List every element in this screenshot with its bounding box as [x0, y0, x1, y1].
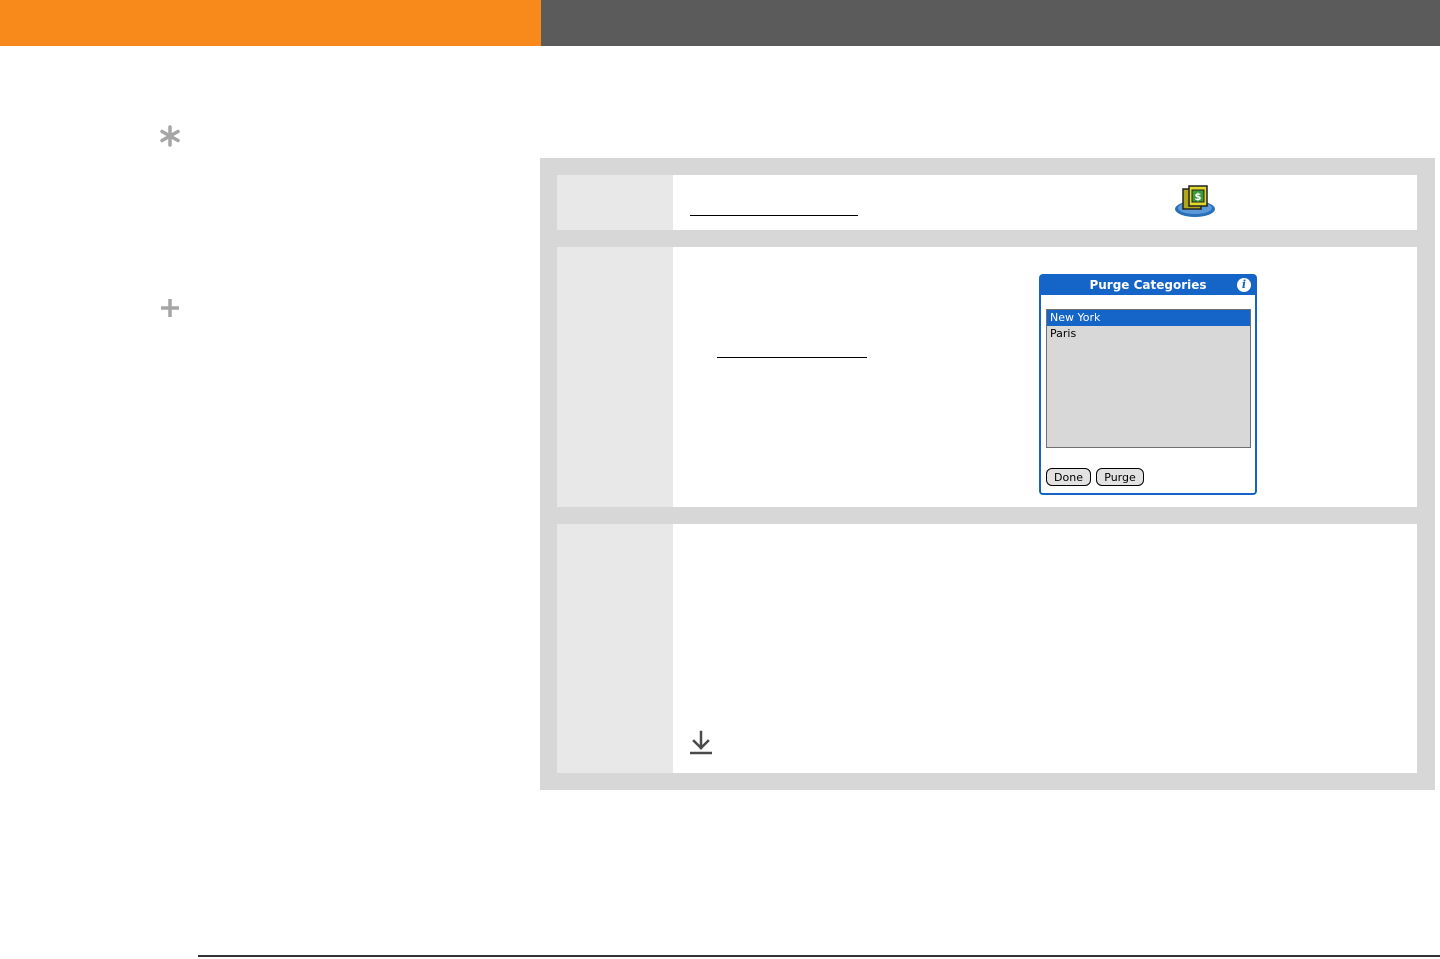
step-body	[673, 524, 1417, 773]
step-number-cell	[557, 524, 673, 773]
step-number-cell	[557, 175, 673, 230]
step-row-3	[557, 524, 1417, 773]
step-number-cell	[557, 247, 673, 507]
steps-panel: $ Purge Categories i New York Paris Done…	[540, 158, 1435, 790]
step-body: $	[673, 175, 1417, 230]
expense-app-icon[interactable]: $	[1173, 183, 1217, 219]
step-row-2: Purge Categories i New York Paris Done P…	[557, 247, 1417, 507]
dialog-title: Purge Categories	[1041, 276, 1255, 295]
step-link[interactable]	[690, 215, 858, 216]
info-icon[interactable]: i	[1237, 278, 1251, 292]
step-row-1: $	[557, 175, 1417, 230]
category-list[interactable]: New York Paris	[1046, 309, 1251, 448]
list-item[interactable]: Paris	[1047, 326, 1250, 342]
download-arrow-icon[interactable]	[690, 730, 712, 756]
step-body: Purge Categories i New York Paris Done P…	[673, 247, 1417, 507]
svg-text:$: $	[1195, 192, 1202, 203]
asterisk-icon	[160, 125, 180, 147]
purge-button[interactable]: Purge	[1096, 468, 1144, 486]
plus-icon	[161, 299, 179, 317]
footer-rule	[198, 955, 1440, 957]
header-gray-bar	[541, 0, 1440, 46]
list-item[interactable]: New York	[1047, 310, 1250, 326]
purge-categories-dialog: Purge Categories i New York Paris Done P…	[1039, 274, 1257, 495]
done-button[interactable]: Done	[1046, 468, 1091, 486]
step-link[interactable]	[717, 357, 867, 358]
header-orange-bar	[0, 0, 541, 46]
